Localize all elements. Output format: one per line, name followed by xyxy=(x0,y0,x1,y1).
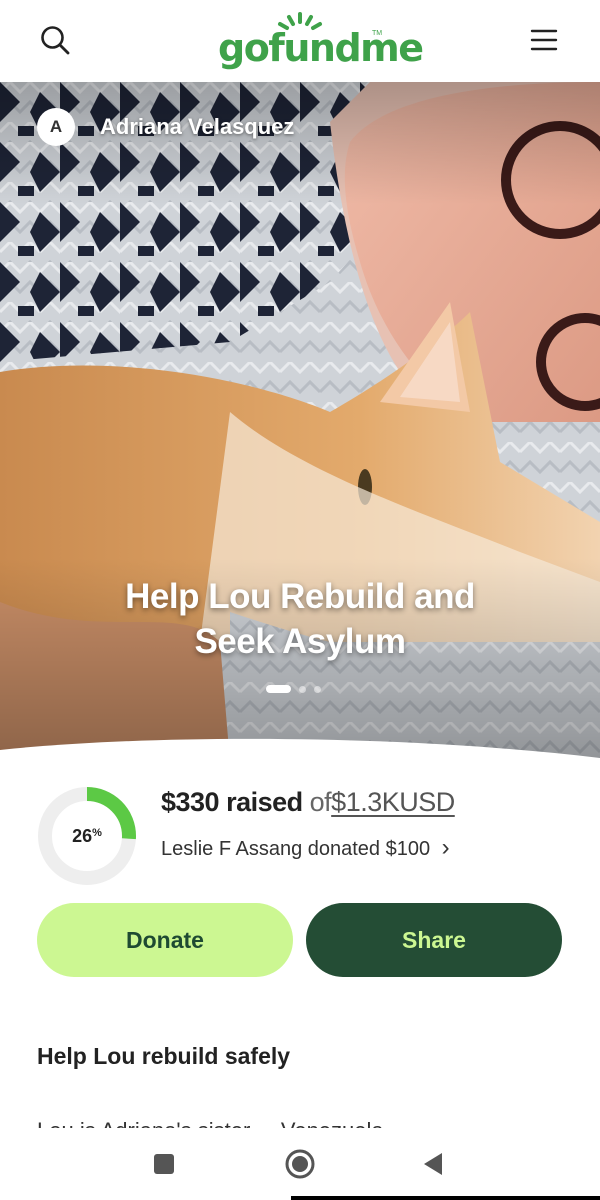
app-header: gofundme TM xyxy=(0,0,600,82)
menu-icon xyxy=(530,29,558,51)
recent-donation-text: Leslie F Assang donated $100 xyxy=(161,838,431,860)
search-button[interactable] xyxy=(33,18,77,62)
campaign-title-line-1: Help Lou Rebuild and xyxy=(125,577,475,616)
donate-button[interactable]: Donate xyxy=(37,903,293,977)
back-triangle-icon xyxy=(424,1153,442,1175)
story-heading: Help Lou rebuild safely xyxy=(37,1043,291,1069)
square-icon xyxy=(154,1154,174,1174)
search-icon xyxy=(41,26,70,55)
raised-amount: $330 raised xyxy=(161,787,303,817)
recent-donation-link[interactable]: Leslie F Assang donated $100 › xyxy=(161,834,450,862)
organizer-row[interactable]: A Adriana Velasquez xyxy=(37,107,294,147)
carousel-pagination xyxy=(266,684,321,694)
carousel-dot-1[interactable] xyxy=(266,685,291,693)
logo-trademark: TM xyxy=(372,30,383,37)
back-button[interactable] xyxy=(411,1142,455,1186)
donate-button-label: Donate xyxy=(126,926,204,953)
hero-image-carousel[interactable]: A Adriana Velasquez Help Lou Rebuild and… xyxy=(0,82,600,762)
home-button[interactable] xyxy=(278,1142,322,1186)
menu-button[interactable] xyxy=(522,18,566,62)
amount-raised: $330 raised of$1.3KUSD xyxy=(161,787,455,818)
raised-of-text: of xyxy=(309,787,332,817)
logo-wordmark: gofundme xyxy=(218,26,424,70)
carousel-dot-2[interactable] xyxy=(299,685,306,693)
gesture-bar xyxy=(291,1196,600,1200)
organizer-name: Adriana Velasquez xyxy=(100,114,295,139)
home-circle-icon xyxy=(285,1149,315,1179)
chevron-right-icon: › xyxy=(441,834,450,861)
goal-amount-link[interactable]: $1.3KUSD xyxy=(331,787,455,817)
system-navigation-bar xyxy=(0,1128,600,1200)
avatar: A xyxy=(37,108,75,146)
progress-percent-sign: % xyxy=(92,827,102,839)
campaign-title-line-2: Seek Asylum xyxy=(194,622,406,661)
campaign-title: Help Lou Rebuild and Seek Asylum xyxy=(60,574,540,664)
progress-percent-value: 26 xyxy=(72,825,93,846)
share-button-label: Share xyxy=(402,926,466,953)
gofundme-logo[interactable]: gofundme TM xyxy=(210,10,424,70)
carousel-dot-3[interactable] xyxy=(314,685,321,693)
progress-percent: 26 % xyxy=(37,786,137,886)
recents-button[interactable] xyxy=(142,1142,186,1186)
story-text: Lou is Adriana's sister ... Venezuela xyxy=(37,1118,557,1128)
share-button[interactable]: Share xyxy=(306,903,562,977)
